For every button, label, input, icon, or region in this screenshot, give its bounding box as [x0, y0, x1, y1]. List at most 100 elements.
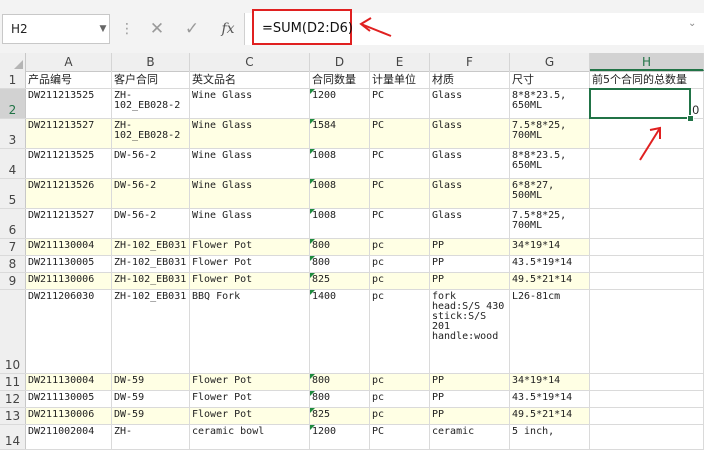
table-cell[interactable]: 1200: [310, 425, 370, 449]
table-cell[interactable]: 1008: [310, 149, 370, 178]
table-cell[interactable]: 49.5*21*14: [510, 408, 590, 424]
table-cell[interactable]: PC: [370, 179, 430, 208]
table-cell[interactable]: Flower Pot: [190, 374, 310, 390]
row-header[interactable]: 2: [0, 89, 26, 118]
table-cell[interactable]: 1584: [310, 119, 370, 148]
table-cell[interactable]: DW211213526: [26, 179, 112, 208]
table-cell[interactable]: Wine Glass: [190, 119, 310, 148]
table-cell[interactable]: DW211206030: [26, 290, 112, 373]
enter-button[interactable]: ✓: [178, 14, 206, 44]
row-header[interactable]: 1: [0, 71, 26, 88]
column-header-e[interactable]: E: [370, 53, 430, 71]
table-cell[interactable]: ZH-: [112, 425, 190, 449]
column-header-b[interactable]: B: [112, 53, 190, 71]
table-cell[interactable]: 34*19*14: [510, 374, 590, 390]
formula-text[interactable]: =SUM(D2:D6): [262, 14, 353, 44]
column-header-d[interactable]: D: [310, 53, 370, 71]
table-cell[interactable]: ZH- 102_EB028-2: [112, 119, 190, 148]
table-cell[interactable]: Wine Glass: [190, 149, 310, 178]
table-cell[interactable]: DW-56-2: [112, 179, 190, 208]
table-cell[interactable]: DW211130006: [26, 273, 112, 289]
fill-handle[interactable]: [687, 115, 694, 122]
row-header[interactable]: 10: [0, 290, 26, 373]
table-cell[interactable]: Wine Glass: [190, 179, 310, 208]
table-cell[interactable]: 8*8*23.5, 650ML: [510, 149, 590, 178]
table-cell[interactable]: 1008: [310, 209, 370, 238]
table-cell[interactable]: Flower Pot: [190, 408, 310, 424]
column-header-h[interactable]: H: [590, 53, 704, 71]
table-cell[interactable]: DW211130005: [26, 391, 112, 407]
row-header[interactable]: 6: [0, 209, 26, 238]
table-cell[interactable]: PP: [430, 391, 510, 407]
table-cell[interactable]: 800: [310, 256, 370, 272]
table-cell[interactable]: [590, 239, 704, 255]
table-cell[interactable]: pc: [370, 290, 430, 373]
table-cell[interactable]: 6*8*27, 500ML: [510, 179, 590, 208]
table-cell[interactable]: DW211213527: [26, 119, 112, 148]
table-cell[interactable]: DW-59: [112, 408, 190, 424]
table-cell[interactable]: DW211130005: [26, 256, 112, 272]
row-header[interactable]: 4: [0, 149, 26, 178]
table-cell[interactable]: Flower Pot: [190, 256, 310, 272]
table-cell[interactable]: PP: [430, 374, 510, 390]
table-cell[interactable]: pc: [370, 256, 430, 272]
row-header[interactable]: 11: [0, 374, 26, 390]
name-box-dropdown-icon[interactable]: ▼: [96, 14, 110, 44]
row-header[interactable]: 3: [0, 119, 26, 148]
name-box[interactable]: H2: [2, 14, 110, 44]
table-cell[interactable]: 800: [310, 391, 370, 407]
column-title-cell[interactable]: 材质: [430, 71, 510, 88]
table-cell[interactable]: PC: [370, 119, 430, 148]
table-cell[interactable]: PC: [370, 425, 430, 449]
table-cell[interactable]: Flower Pot: [190, 391, 310, 407]
table-cell[interactable]: 1200: [310, 89, 370, 118]
table-cell[interactable]: DW211213525: [26, 89, 112, 118]
table-cell[interactable]: 49.5*21*14: [510, 273, 590, 289]
column-title-cell[interactable]: 产品编号: [26, 71, 112, 88]
column-header-f[interactable]: F: [430, 53, 510, 71]
table-cell[interactable]: Flower Pot: [190, 239, 310, 255]
table-cell[interactable]: Glass: [430, 209, 510, 238]
table-cell[interactable]: PC: [370, 89, 430, 118]
table-cell[interactable]: PP: [430, 256, 510, 272]
row-header[interactable]: 12: [0, 391, 26, 407]
column-title-cell[interactable]: 尺寸: [510, 71, 590, 88]
table-cell[interactable]: ZH- 102_EB028-2: [112, 89, 190, 118]
table-cell[interactable]: DW211213527: [26, 209, 112, 238]
table-cell[interactable]: pc: [370, 239, 430, 255]
table-cell[interactable]: 43.5*19*14: [510, 391, 590, 407]
insert-function-button[interactable]: fx: [214, 14, 242, 44]
table-cell[interactable]: DW211213525: [26, 149, 112, 178]
table-cell[interactable]: DW-59: [112, 391, 190, 407]
column-header-c[interactable]: C: [190, 53, 310, 71]
table-cell[interactable]: [590, 209, 704, 238]
table-cell[interactable]: DW211130006: [26, 408, 112, 424]
table-cell[interactable]: [590, 290, 704, 373]
table-cell[interactable]: 43.5*19*14: [510, 256, 590, 272]
table-cell[interactable]: ZH-102_EB031: [112, 239, 190, 255]
expand-formula-bar-icon[interactable]: ⌄: [688, 18, 696, 29]
cancel-button[interactable]: ✕: [143, 14, 171, 44]
table-cell[interactable]: pc: [370, 391, 430, 407]
table-cell[interactable]: 8*8*23.5, 650ML: [510, 89, 590, 118]
table-cell[interactable]: Wine Glass: [190, 89, 310, 118]
table-cell[interactable]: 1400: [310, 290, 370, 373]
row-header[interactable]: 14: [0, 425, 26, 449]
table-cell[interactable]: DW-59: [112, 374, 190, 390]
table-cell[interactable]: [590, 179, 704, 208]
table-cell[interactable]: 800: [310, 374, 370, 390]
table-cell[interactable]: DW-56-2: [112, 149, 190, 178]
table-cell[interactable]: [590, 408, 704, 424]
table-cell[interactable]: PP: [430, 239, 510, 255]
table-cell[interactable]: 5 inch,: [510, 425, 590, 449]
table-cell[interactable]: ZH-102_EB031: [112, 273, 190, 289]
select-all-button[interactable]: [0, 53, 26, 71]
table-cell[interactable]: Flower Pot: [190, 273, 310, 289]
drag-handle-icon[interactable]: ⋮: [120, 22, 134, 36]
table-cell[interactable]: [590, 273, 704, 289]
table-cell[interactable]: 7.5*8*25, 700ML: [510, 119, 590, 148]
table-cell[interactable]: DW211130004: [26, 374, 112, 390]
table-cell[interactable]: [590, 374, 704, 390]
table-cell[interactable]: 825: [310, 273, 370, 289]
column-header-g[interactable]: G: [510, 53, 590, 71]
